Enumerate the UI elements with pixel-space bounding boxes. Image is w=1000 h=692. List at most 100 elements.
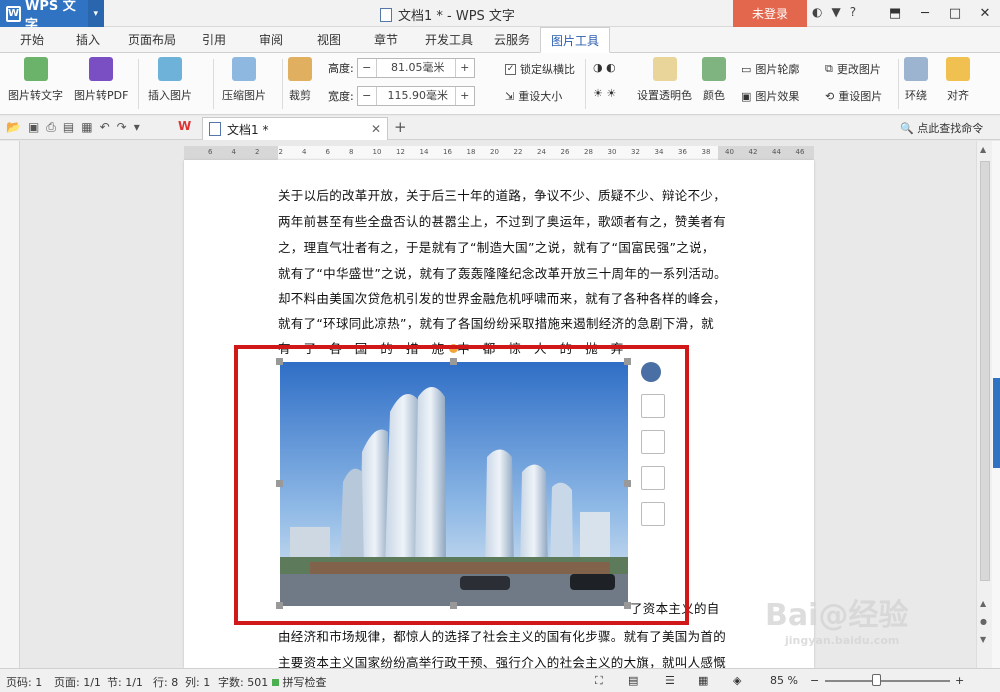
image-effects-button[interactable]: ▣ 图片效果	[741, 88, 799, 104]
side-panel-toggle[interactable]	[993, 378, 1000, 468]
restore-panel-icon[interactable]: ⬒	[880, 0, 910, 27]
ruler-tick-label: 2	[278, 148, 283, 156]
status-word-count[interactable]: 字数: 501	[218, 674, 268, 690]
zoom-slider[interactable]	[825, 680, 950, 682]
wrap-button[interactable]: 环绕	[904, 57, 928, 103]
status-page[interactable]: 页面: 1/1	[54, 674, 101, 690]
set-transparent-button[interactable]: 设置透明色	[637, 57, 692, 103]
scroll-thumb[interactable]	[980, 161, 990, 581]
ruler-tick-label: 10	[372, 148, 382, 156]
print-icon[interactable]: ⎙	[46, 120, 56, 135]
compress-image-button[interactable]: 压缩图片	[222, 57, 266, 103]
skin-icon[interactable]: ◐	[812, 5, 822, 19]
increment-icon[interactable]: +	[456, 59, 474, 77]
fullscreen-icon[interactable]: ⛶	[595, 674, 603, 688]
scroll-up-icon[interactable]: ▲	[980, 145, 986, 154]
change-image-icon: ⧉	[825, 62, 833, 75]
close-icon[interactable]: ✕	[371, 122, 381, 136]
width-stepper[interactable]: − 115.90毫米 +	[356, 86, 475, 106]
status-section[interactable]: 节: 1/1	[107, 674, 143, 690]
zoom-level[interactable]: 85 %	[770, 674, 798, 687]
image-to-pdf-button[interactable]: 图片转PDF	[74, 57, 128, 103]
preview-icon[interactable]: ▦	[81, 120, 92, 135]
tab-review[interactable]: 审阅	[247, 27, 295, 53]
status-column[interactable]: 列: 1	[185, 674, 210, 690]
document-tab[interactable]: 文档1 * ✕	[202, 117, 388, 140]
spell-check-button[interactable]: 拼写检查	[272, 674, 327, 690]
ruler-tick-label: 28	[584, 148, 593, 156]
new-tab-icon[interactable]: +	[394, 118, 407, 136]
width-input[interactable]: 115.90毫米	[375, 87, 456, 105]
image-to-text-button[interactable]: 图片转文字	[8, 57, 63, 103]
close-button[interactable]: ✕	[970, 0, 1000, 27]
lock-ratio-checkbox[interactable]: ✓ 锁定纵横比	[505, 61, 575, 77]
crop-button[interactable]: 裁剪	[288, 57, 312, 103]
pdf-export-icon[interactable]: ▤	[63, 120, 74, 135]
search-icon: 🔍	[900, 122, 914, 135]
maximize-button[interactable]: □	[940, 0, 970, 27]
tab-page-layout[interactable]: 页面布局	[122, 27, 182, 53]
tab-cloud[interactable]: 云服务	[487, 27, 537, 53]
ruler-tick-label: 44	[772, 148, 781, 156]
status-row[interactable]: 行: 8	[153, 674, 178, 690]
reset-image-button[interactable]: ⟲ 重设图片	[825, 88, 882, 104]
zoom-slider-thumb[interactable]	[872, 674, 881, 686]
tab-chapter[interactable]: 章节	[362, 27, 410, 53]
contrast-icon[interactable]: ◑ ◐	[593, 61, 616, 74]
color-button[interactable]: 颜色	[702, 57, 726, 103]
ruler-tick-label: 12	[396, 148, 405, 156]
height-stepper[interactable]: − 81.05毫米 +	[356, 58, 475, 78]
zoom-in-icon[interactable]: +	[955, 674, 964, 687]
minimize-button[interactable]: ─	[910, 0, 940, 27]
prev-page-icon[interactable]: ▲	[980, 599, 986, 608]
next-page-icon[interactable]: ▼	[980, 635, 986, 644]
reset-size-button[interactable]: ⇲ 重设大小	[505, 88, 562, 104]
protect-icon[interactable]: ◈	[733, 674, 741, 687]
undo-icon[interactable]: ↶	[100, 120, 110, 135]
change-image-button[interactable]: ⧉ 更改图片	[825, 61, 881, 77]
checkbox-icon[interactable]: ✓	[505, 63, 516, 75]
web-view-icon[interactable]: ▦	[698, 674, 708, 687]
ruler-tick-label: 4	[231, 148, 236, 156]
ruler-tick-label: 38	[701, 148, 711, 156]
brightness-icon[interactable]: ☀ ☀	[593, 87, 616, 100]
align-button[interactable]: 对齐	[946, 57, 970, 103]
vertical-scrollbar[interactable]: ▲ ▲ ● ▼	[976, 141, 992, 668]
insert-image-button[interactable]: 插入图片	[148, 57, 192, 103]
wps-w-icon[interactable]: W	[178, 119, 191, 133]
transparent-color-icon	[652, 57, 677, 81]
tab-developer[interactable]: 开发工具	[418, 27, 480, 53]
app-menu-button[interactable]: W WPS 文字 ▾	[0, 0, 104, 33]
shirt-icon[interactable]: ▼	[831, 5, 840, 19]
watermark: Bai@经验 jingyan.baidu.com	[765, 598, 909, 647]
find-command[interactable]: 🔍 点此查找命令	[900, 120, 983, 136]
tab-insert[interactable]: 插入	[64, 27, 112, 53]
more-icon[interactable]: ▾	[134, 120, 140, 135]
decrement-icon[interactable]: −	[358, 87, 376, 105]
save-icon[interactable]: ▣	[28, 120, 39, 135]
reset-image-icon: ⟲	[825, 89, 835, 103]
tab-view[interactable]: 视图	[305, 27, 353, 53]
tab-picture-tools[interactable]: 图片工具	[540, 27, 610, 53]
tab-home[interactable]: 开始	[8, 27, 56, 53]
page-icon[interactable]: ●	[980, 617, 987, 626]
divider	[898, 59, 899, 109]
height-input[interactable]: 81.05毫米	[375, 59, 456, 77]
image-outline-button[interactable]: ▭ 图片轮廓	[741, 61, 799, 77]
page-view-icon[interactable]: ▤	[628, 674, 638, 687]
ruler-tick-label: 40	[725, 148, 734, 156]
login-button[interactable]: 未登录	[733, 0, 807, 27]
redo-icon[interactable]: ↷	[117, 120, 127, 135]
tab-references[interactable]: 引用	[190, 27, 238, 53]
ruler-tick-label: 18	[466, 148, 476, 156]
help-icon[interactable]: ?	[850, 5, 856, 19]
effects-icon: ▣	[741, 89, 752, 103]
zoom-out-icon[interactable]: −	[810, 674, 819, 687]
open-icon[interactable]: 📂	[6, 120, 21, 135]
decrement-icon[interactable]: −	[358, 59, 376, 77]
compress-icon	[232, 57, 256, 81]
increment-icon[interactable]: +	[456, 87, 474, 105]
outline-view-icon[interactable]: ☰	[665, 674, 675, 687]
status-page-code[interactable]: 页码: 1	[6, 674, 42, 690]
chevron-down-icon[interactable]: ▾	[87, 0, 104, 27]
